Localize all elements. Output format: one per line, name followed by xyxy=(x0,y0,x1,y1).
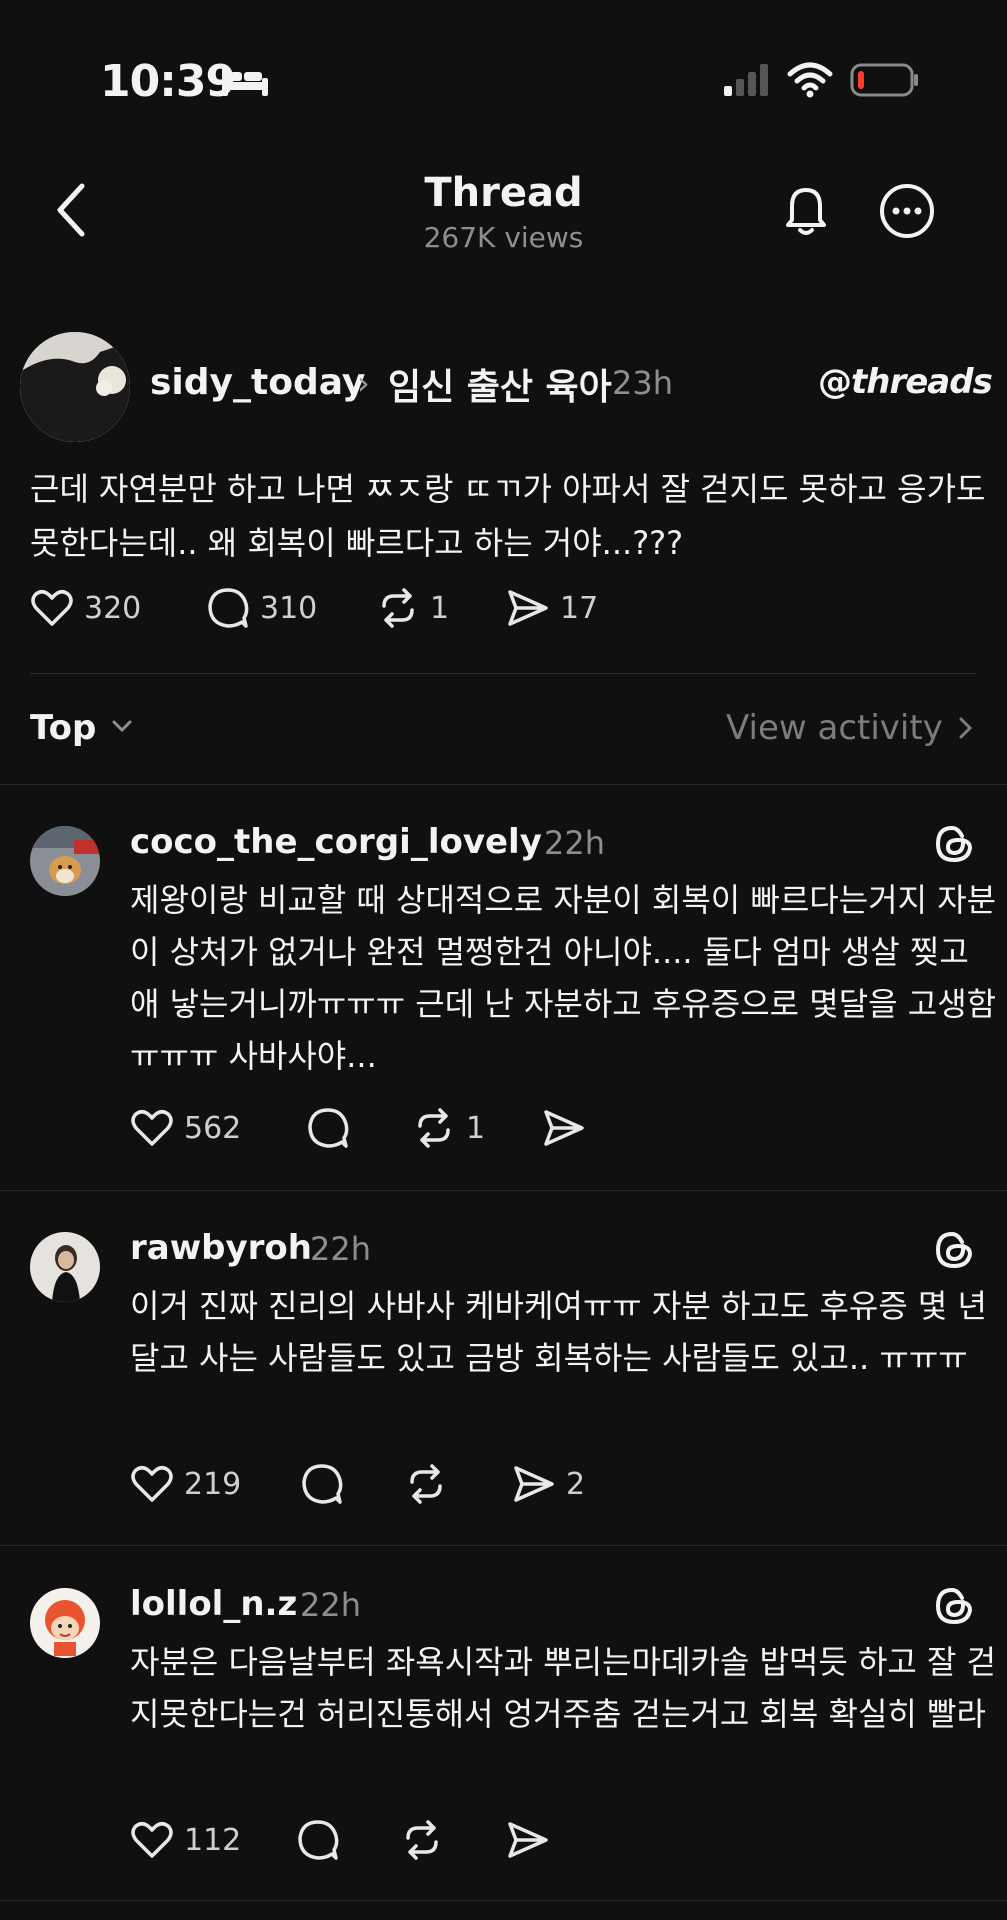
sleep-focus-icon xyxy=(222,68,268,96)
repost-count: 1 xyxy=(466,1110,486,1146)
reply-time: 22h xyxy=(544,824,605,862)
like-count: 112 xyxy=(184,1822,242,1858)
author-username[interactable]: sidy_today xyxy=(150,362,365,403)
send-icon xyxy=(508,590,548,626)
reply-username[interactable]: rawbyroh xyxy=(130,1228,312,1268)
send-icon xyxy=(514,1466,554,1502)
send-icon xyxy=(544,1110,584,1146)
like-button[interactable]: 562 xyxy=(130,1106,241,1150)
post-text: 근데 자연분만 하고 나면 ㅉㅈ랑 ㄸㄲ가 아파서 잘 걷지도 못하고 응가도 … xyxy=(30,470,986,562)
reply-actions: 562 1 xyxy=(0,1106,1007,1166)
comment-button[interactable] xyxy=(296,1818,340,1862)
more-options-icon[interactable] xyxy=(878,182,936,240)
reply-text: 제왕이랑 비교할 때 상대적으로 자분이 회복이 빠르다는거지 자분이 상처가 … xyxy=(130,881,997,1075)
share-button[interactable]: 17 xyxy=(506,586,598,630)
status-bar: 10:39 xyxy=(0,0,1007,160)
send-icon xyxy=(508,1822,548,1858)
like-button[interactable]: 320 xyxy=(30,586,141,630)
comment-button[interactable] xyxy=(300,1462,344,1506)
repost-icon xyxy=(418,1108,450,1148)
like-count: 562 xyxy=(184,1110,242,1146)
reply-actions: 219 2 xyxy=(0,1462,1007,1522)
like-count: 219 xyxy=(184,1466,242,1502)
repost-button[interactable] xyxy=(400,1818,444,1862)
threads-icon[interactable] xyxy=(932,1228,976,1272)
notification-bell-icon[interactable] xyxy=(778,182,834,238)
divider xyxy=(30,673,977,674)
view-count: 267K views xyxy=(423,221,584,254)
divider xyxy=(0,1900,1007,1901)
repost-count: 1 xyxy=(430,590,450,626)
community-chevron: › xyxy=(357,364,370,402)
sort-dropdown[interactable]: Top xyxy=(30,708,96,748)
threads-logo: @threads xyxy=(818,362,993,402)
heart-icon xyxy=(31,590,73,626)
status-time: 10:39 xyxy=(100,56,236,107)
reply-username[interactable]: coco_the_corgi_lovely xyxy=(130,822,542,862)
divider xyxy=(0,1545,1007,1546)
wifi-icon xyxy=(787,62,833,98)
reply-time: 22h xyxy=(300,1586,361,1624)
repost-icon xyxy=(382,588,414,628)
repost-button[interactable]: 1 xyxy=(412,1106,485,1150)
comment-count: 310 xyxy=(260,590,318,626)
share-button[interactable]: 2 xyxy=(512,1462,585,1506)
chevron-right-icon[interactable] xyxy=(956,714,976,742)
repost-icon xyxy=(410,1464,442,1504)
community-name[interactable]: 임신 출산 육아 xyxy=(388,358,612,410)
share-count: 17 xyxy=(560,590,599,626)
reply-avatar[interactable] xyxy=(30,1232,100,1302)
repost-icon xyxy=(406,1820,438,1860)
divider xyxy=(0,784,1007,785)
comment-icon xyxy=(308,1108,349,1148)
reply-avatar[interactable] xyxy=(30,1588,100,1658)
battery-low-icon xyxy=(850,63,918,97)
threads-wordmark: threads xyxy=(851,362,993,402)
reply-avatar[interactable] xyxy=(30,826,100,896)
comment-icon xyxy=(208,588,249,628)
view-activity-link[interactable]: View activity xyxy=(726,708,943,748)
heart-icon xyxy=(131,1466,173,1502)
share-count: 2 xyxy=(566,1466,586,1502)
reply-time: 22h xyxy=(310,1230,371,1268)
page-title: Thread xyxy=(424,170,583,216)
reply-actions: 112 xyxy=(0,1818,1007,1878)
cellular-signal-icon xyxy=(724,64,768,96)
like-button[interactable]: 219 xyxy=(130,1462,241,1506)
share-button[interactable] xyxy=(542,1106,586,1150)
reply-text: 자분은 다음날부터 좌욕시작과 뿌리는마데카솔 밥먹듯 하고 잘 걷지못한다는건… xyxy=(130,1643,997,1733)
comment-button[interactable]: 310 xyxy=(206,586,317,630)
comment-button[interactable] xyxy=(306,1106,350,1150)
post-actions: 320 310 1 17 xyxy=(0,586,1007,646)
reply-username[interactable]: lollol_n.z xyxy=(130,1584,297,1624)
repost-button[interactable] xyxy=(404,1462,448,1506)
share-button[interactable] xyxy=(506,1818,550,1862)
reply-text: 이거 진짜 진리의 사바사 케바케여ㅠㅠ 자분 하고도 후유증 몇 년 달고 사… xyxy=(130,1287,987,1377)
threads-icon[interactable] xyxy=(932,1584,976,1628)
chevron-down-icon[interactable] xyxy=(108,712,136,740)
repost-button[interactable]: 1 xyxy=(376,586,449,630)
post-time: 23h xyxy=(612,364,673,402)
like-button[interactable]: 112 xyxy=(130,1818,241,1862)
heart-icon xyxy=(131,1110,173,1146)
heart-icon xyxy=(131,1822,173,1858)
divider xyxy=(0,1190,1007,1191)
comment-icon xyxy=(298,1820,339,1860)
like-count: 320 xyxy=(84,590,142,626)
comment-icon xyxy=(302,1464,343,1504)
author-avatar[interactable] xyxy=(20,332,130,442)
threads-icon[interactable] xyxy=(932,822,976,866)
